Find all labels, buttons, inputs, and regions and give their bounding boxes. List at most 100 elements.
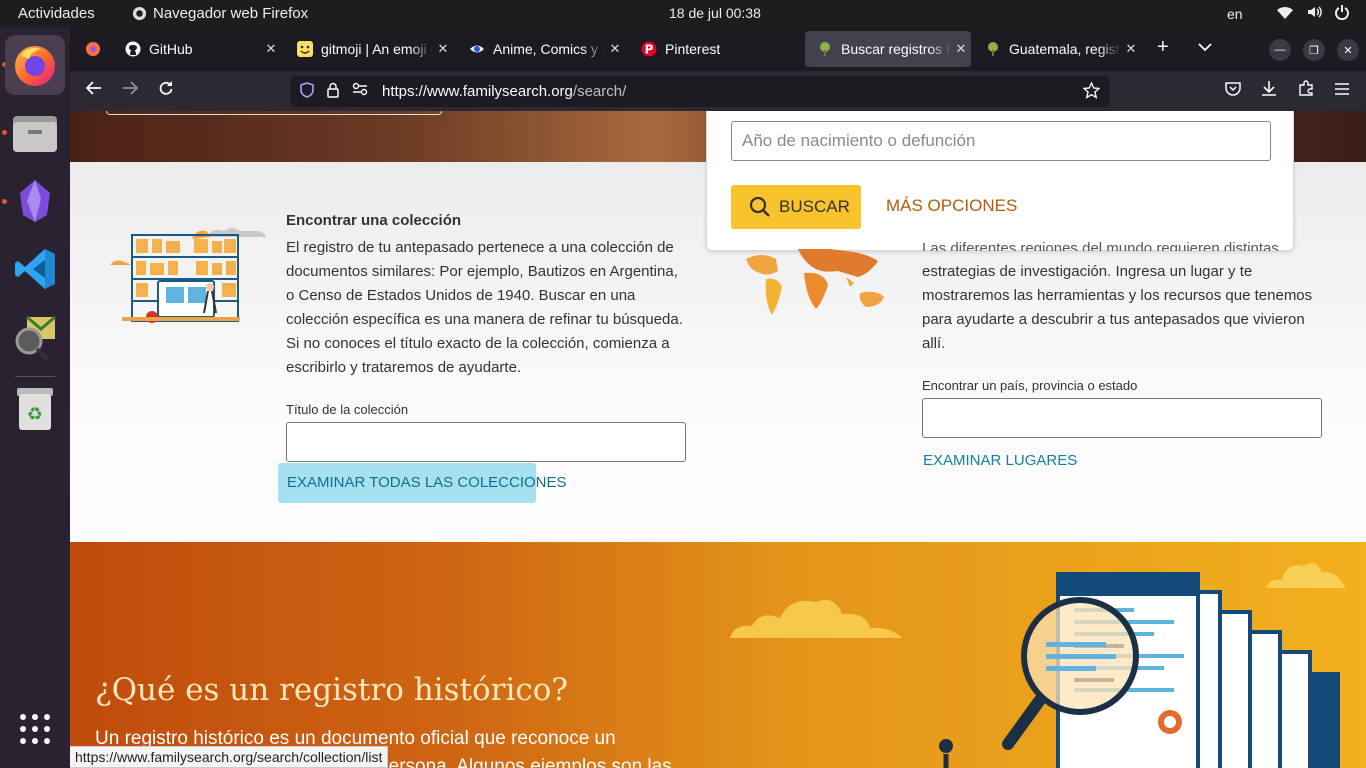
close-tab-icon[interactable]: ✕ [605,41,625,57]
files-icon [13,116,57,152]
tab-firefox-view[interactable] [73,31,111,67]
collection-description: El registro de tu antepasado pertenece a… [286,239,683,376]
tracking-shield-icon[interactable] [300,82,314,98]
dock-trash[interactable]: ♻ [5,379,65,439]
place-input[interactable] [922,398,1322,438]
tab-label: Guatemala, registros [1009,41,1121,57]
dock-files[interactable] [5,103,65,163]
pinterest-icon: P [641,41,657,57]
tab-anime[interactable]: Anime, Comics y más ✕ [457,31,625,67]
browse-places-link[interactable]: EXAMINAR LUGARES [923,452,1077,469]
volume-icon [1308,6,1322,18]
tab-label: Pinterest [665,41,721,57]
url-host: https://www.familysearch.org [382,83,573,100]
new-tab-icon[interactable]: + [1157,36,1169,59]
bookshelf-illustration [110,228,266,323]
collection-field-label: Título de la colección [286,402,409,417]
app-grid-icon [20,714,50,744]
tab-pinterest[interactable]: P Pinterest [629,31,797,67]
maximize-icon[interactable]: ❐ [1303,39,1325,61]
navigation-toolbar: https://www.familysearch.org/search/ [70,71,1366,111]
bookmark-star-icon[interactable] [1083,82,1100,99]
year-input[interactable]: Año de nacimiento o defunción [731,121,1271,161]
lock-icon[interactable] [327,82,339,98]
tab-label: Buscar registros históricos [841,41,951,57]
eye-icon [469,41,485,57]
mas-opciones-link[interactable]: MÁS OPCIONES [886,196,1017,216]
firefox-small-icon [132,6,147,21]
power-icon [1335,5,1349,20]
dock-separator [15,376,55,377]
dock-firefox[interactable] [5,35,65,95]
tab-label: gitmoji | An emoji guide [321,41,433,57]
buscar-label: BUSCAR [779,197,850,216]
dock-obsidian[interactable] [5,171,65,231]
collection-title-input[interactable] [286,422,686,462]
close-tab-icon[interactable]: ✕ [433,41,453,57]
buscar-button[interactable]: BUSCAR [731,185,861,229]
app-name: Navegador web Firefox [153,5,309,22]
obsidian-icon [20,180,50,222]
photo-tool-icon [15,315,56,361]
back-icon[interactable] [85,80,102,101]
trash-icon: ♻ [17,388,53,430]
familysearch-icon [817,41,833,57]
url-icons [300,82,368,98]
dock-vscode[interactable] [5,239,65,299]
tab-label: Anime, Comics y más [493,41,605,57]
hero-button-edge [106,111,442,115]
dock-photo-tool[interactable] [5,307,65,367]
close-tab-icon[interactable]: ✕ [261,41,281,57]
url-path: /search/ [572,83,627,100]
firefox-icon [85,41,101,57]
keyboard-layout[interactable]: en [1227,6,1243,22]
minimize-icon[interactable]: — [1269,39,1291,61]
document-magnifier-illustration [939,572,1340,768]
app-menu[interactable]: Navegador web Firefox [132,5,308,22]
close-tab-icon[interactable]: ✕ [951,41,971,57]
tab-label: GitHub [149,41,193,57]
app-menu-icon[interactable] [1334,80,1350,101]
tab-buscar-registros[interactable]: Buscar registros históricos ✕ [805,31,971,67]
firefox-icon [15,46,55,86]
web-page: Año de nacimiento o defunción BUSCAR MÁS… [70,111,1366,768]
vscode-icon [15,249,55,289]
gitmoji-icon [297,41,313,57]
activities-button[interactable]: Actividades [18,5,95,22]
tab-bar: GitHub ✕ gitmoji | An emoji guide ✕ Anim… [70,27,1366,71]
address-bar[interactable]: https://www.familysearch.org/search/ [291,76,1109,107]
tab-gitmoji[interactable]: gitmoji | An emoji guide ✕ [285,31,453,67]
url-text[interactable]: https://www.familysearch.org/search/ [382,83,626,100]
close-window-icon[interactable]: ✕ [1337,39,1359,61]
pocket-icon[interactable] [1225,80,1241,101]
svg-text:♻: ♻ [27,404,43,425]
github-icon [125,41,141,57]
tab-github[interactable]: GitHub ✕ [113,31,281,67]
downloads-icon[interactable] [1261,80,1277,101]
extensions-icon[interactable] [1298,80,1314,101]
collection-title: Encontrar una colección [286,212,462,229]
svg-text:P: P [645,43,654,57]
system-menu[interactable] [1276,4,1350,20]
search-icon [749,196,770,217]
permissions-icon[interactable] [352,82,368,96]
list-all-tabs-icon[interactable] [1198,39,1212,57]
close-tab-icon[interactable]: ✕ [1121,41,1141,57]
link-status-bar: https://www.familysearch.org/search/coll… [70,746,389,768]
wifi-icon [1277,6,1293,19]
historic-record-heading: ¿Qué es un registro histórico? [95,672,569,708]
browse-collections-button[interactable]: EXAMINAR TODAS LAS COLECCIONES [278,463,567,503]
familysearch-icon [985,41,1001,57]
system-top-bar: Actividades Navegador web Firefox 18 de … [0,0,1366,27]
show-apps-button[interactable] [5,699,65,759]
search-form-card: Año de nacimiento o defunción BUSCAR MÁS… [706,111,1294,251]
dock: ♻ [0,27,70,768]
places-field-label: Encontrar un país, provincia o estado [922,378,1138,393]
tab-guatemala[interactable]: Guatemala, registros ✕ [973,31,1141,67]
reload-icon[interactable] [158,80,174,101]
places-description-cut: Las diferentes regiones del mundo requie… [922,240,1279,251]
forward-icon[interactable] [122,80,139,101]
world-map-illustration [746,249,884,315]
clock[interactable]: 18 de jul 00:38 [669,5,761,21]
places-description: estrategias de investigación. Ingresa un… [922,263,1313,352]
